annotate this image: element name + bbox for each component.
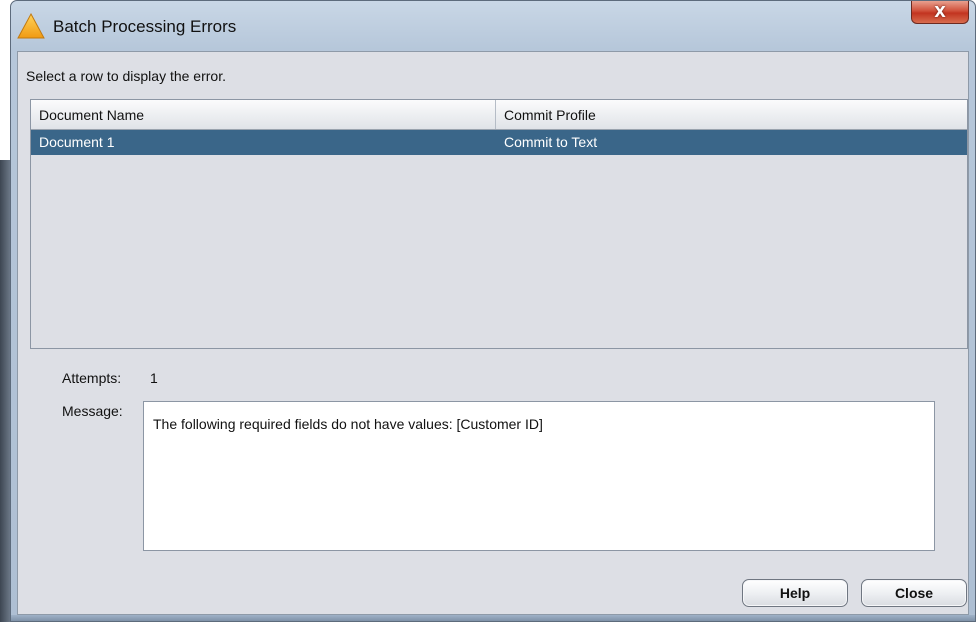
attempts-value: 1 <box>150 370 158 386</box>
column-header-commit-profile[interactable]: Commit Profile <box>496 100 967 129</box>
errors-table: Document Name Commit Profile Document 1 … <box>30 99 968 349</box>
cell-commit-profile: Commit to Text <box>504 134 598 150</box>
window-title: Batch Processing Errors <box>53 17 237 36</box>
message-label: Message: <box>62 403 123 419</box>
warning-triangle-icon <box>17 12 45 39</box>
dialog-content: Select a row to display the error. Docum… <box>17 51 969 615</box>
cell-document-name: Document 1 <box>39 134 115 150</box>
instruction-text: Select a row to display the error. <box>26 68 226 84</box>
message-text: The following required fields do not hav… <box>153 416 543 432</box>
window-bottom-border <box>11 615 975 621</box>
background-window-edge <box>0 160 10 622</box>
table-header: Document Name Commit Profile <box>31 100 967 130</box>
window-close-button[interactable]: X <box>911 1 969 24</box>
message-textarea[interactable]: The following required fields do not hav… <box>143 401 935 551</box>
column-header-document-name[interactable]: Document Name <box>31 100 496 129</box>
attempts-label: Attempts: <box>62 370 122 386</box>
close-button[interactable]: Close <box>861 579 967 607</box>
title-bar[interactable]: Batch Processing Errors X <box>11 1 975 51</box>
help-button[interactable]: Help <box>742 579 848 607</box>
table-row[interactable]: Document 1 Commit to Text <box>31 130 967 155</box>
close-icon: X <box>934 3 946 21</box>
dialog-window: Batch Processing Errors X Select a row t… <box>10 0 976 622</box>
